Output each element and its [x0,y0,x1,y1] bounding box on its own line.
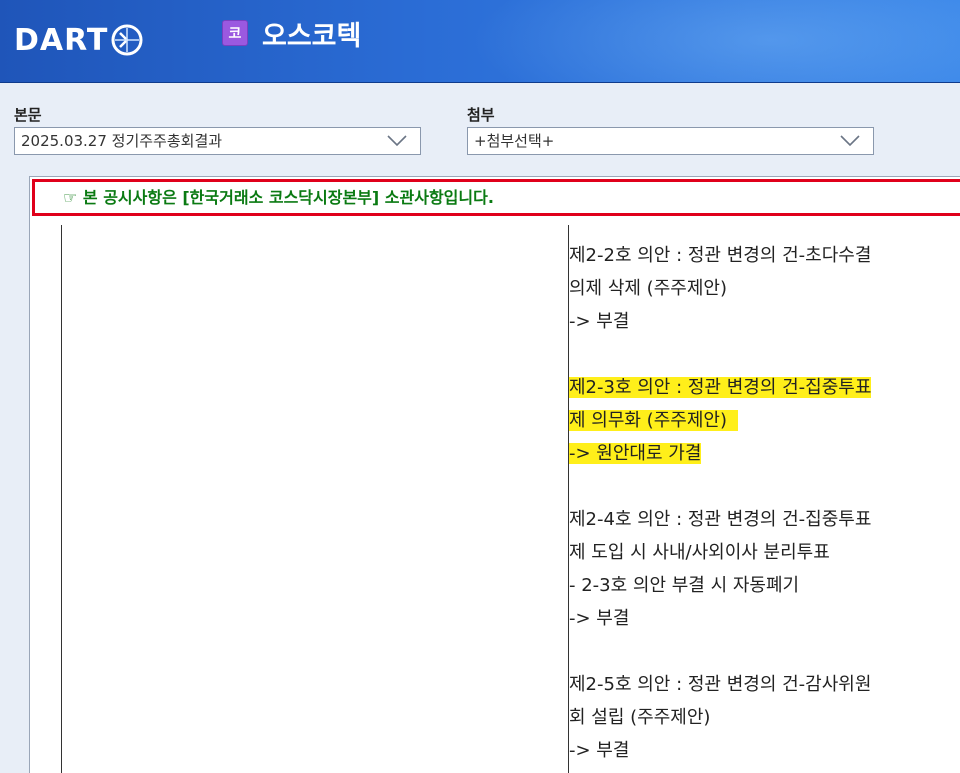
agenda-line: 제 의무화 (주주제안) [569,410,727,431]
agenda-line: 제2-5호 의안 : 정관 변경의 건-감사위원 [569,674,872,695]
attachment-select[interactable]: +첨부선택+ [467,127,874,155]
header-bar: DART 코 오스코텍 [0,0,960,83]
attachment-selected-value: +첨부선택+ [474,132,555,150]
logo-text: DART [14,22,109,58]
agenda-results-cell: 제2-2호 의안 : 정관 변경의 건-초다수결 의제 삭제 (주주제안) ->… [569,239,960,767]
agenda-line: 제 도입 시 사내/사외이사 분리투표 [569,542,830,563]
header-shine [420,0,960,82]
main-doc-label: 본문 [14,106,42,124]
main-doc-select[interactable]: 2025.03.27 정기주주총회결과 [14,127,421,155]
agenda-item: 제2-5호 의안 : 정관 변경의 건-감사위원 회 설립 (주주제안) -> … [569,668,960,767]
notice-text: ☞ 본 공시사항은 [한국거래소 코스닥시장본부] 소관사항입니다. [63,188,494,207]
corp-name[interactable]: 오스코텍 [262,14,361,53]
agenda-result: -> 부결 [569,608,630,629]
agenda-line: 제2-3호 의안 : 정관 변경의 건-집중투표 [569,377,872,398]
agenda-line: - 2-3호 의안 부결 시 자동폐기 [569,575,800,596]
jurisdiction-notice: ☞ 본 공시사항은 [한국거래소 코스닥시장본부] 소관사항입니다. [32,179,960,216]
logo-globe-icon [111,24,143,56]
agenda-item-highlighted: 제2-3호 의안 : 정관 변경의 건-집중투표 제 의무화 (주주제안) ->… [569,371,960,470]
dart-logo[interactable]: DART [14,22,144,58]
agenda-item: 제2-2호 의안 : 정관 변경의 건-초다수결 의제 삭제 (주주제안) ->… [569,239,960,338]
attachment-label: 첨부 [467,106,495,124]
chevron-down-icon [387,135,407,147]
agenda-result: -> 원안대로 가결 [569,443,702,464]
document-viewer[interactable]: ☞ 본 공시사항은 [한국거래소 코스닥시장본부] 소관사항입니다. 제2-2호… [29,176,960,773]
chevron-down-icon [840,135,860,147]
agenda-line: 회 설립 (주주제안) [569,707,711,728]
agenda-result: -> 부결 [569,740,630,761]
agenda-line: 제2-2호 의안 : 정관 변경의 건-초다수결 [569,245,872,266]
agenda-item: 제2-4호 의안 : 정관 변경의 건-집중투표 제 도입 시 사내/사외이사 … [569,503,960,635]
agenda-line: 제2-4호 의안 : 정관 변경의 건-집중투표 [569,509,872,530]
agenda-result: -> 부결 [569,311,630,332]
main-doc-selected-value: 2025.03.27 정기주주총회결과 [21,132,223,150]
agenda-line: 의제 삭제 (주주제안) [569,278,727,299]
table-border-left [61,225,62,773]
corp-class-badge: 코 [222,20,248,46]
